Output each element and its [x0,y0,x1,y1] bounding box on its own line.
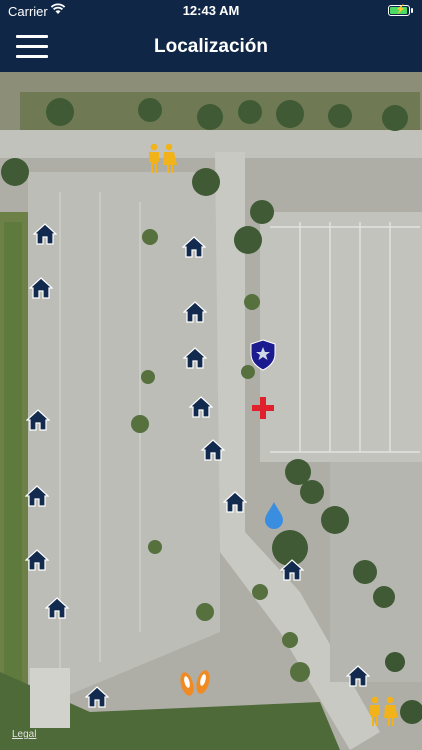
house-icon[interactable] [26,408,50,432]
battery-icon: ⚡ [388,4,410,16]
house-icon[interactable] [45,596,69,620]
restroom-icon[interactable] [147,143,177,175]
satellite-map[interactable]: Legal [0,72,422,750]
status-time: 12:43 AM [182,3,240,18]
house-icon[interactable] [182,235,206,259]
house-icon[interactable] [280,558,304,582]
first-aid-icon[interactable] [251,396,275,420]
house-icon[interactable] [25,484,49,508]
house-icon[interactable] [25,548,49,572]
water-drop-icon[interactable] [264,501,284,529]
navigation-bar: Carrier 12:43 AM ⚡ Localización [0,0,422,72]
house-icon[interactable] [346,664,370,688]
house-icon[interactable] [201,438,225,462]
footprints-icon[interactable] [178,666,212,700]
house-icon[interactable] [29,276,53,300]
police-icon[interactable] [249,339,277,371]
house-icon[interactable] [85,685,109,709]
status-bar: Carrier 12:43 AM ⚡ [0,0,422,22]
house-icon[interactable] [183,300,207,324]
legal-link[interactable]: Legal [12,729,36,740]
battery-cap [411,8,413,13]
restroom-icon[interactable] [368,696,398,728]
house-icon[interactable] [189,395,213,419]
house-icon[interactable] [33,222,57,246]
house-icon[interactable] [223,490,247,514]
page-title: Localización [153,36,269,57]
house-icon[interactable] [183,346,207,370]
